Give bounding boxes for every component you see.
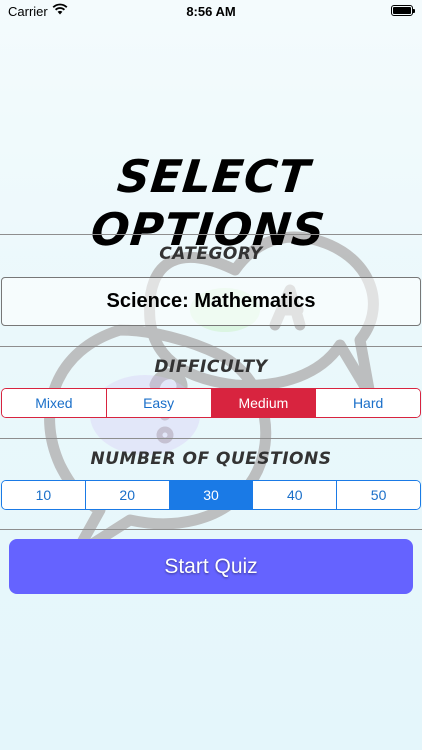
category-value: Science: Mathematics <box>106 290 316 312</box>
questions-option-30[interactable]: 30 <box>168 481 253 509</box>
difficulty-option-easy[interactable]: Easy <box>105 389 211 417</box>
start-quiz-label: Start Quiz <box>164 554 258 578</box>
divider <box>0 346 422 347</box>
clock: 8:56 AM <box>186 4 236 19</box>
questions-option-50[interactable]: 50 <box>336 481 420 509</box>
status-bar: Carrier 8:56 AM <box>0 0 422 24</box>
divider <box>0 234 422 235</box>
questions-option-10[interactable]: 10 <box>2 481 85 509</box>
page-title: SELECT OPTIONS <box>88 150 328 256</box>
questions-label: NUMBER OF QUESTIONS <box>90 449 332 469</box>
divider <box>0 529 422 530</box>
difficulty-option-medium[interactable]: Medium <box>210 389 316 417</box>
start-quiz-button[interactable]: Start Quiz <box>9 539 413 594</box>
category-label: CATEGORY <box>159 244 263 264</box>
divider <box>0 438 422 439</box>
questions-segmented-control: 10 20 30 40 50 <box>1 480 421 510</box>
category-selector[interactable]: Science: Mathematics <box>1 277 421 326</box>
difficulty-segmented-control: Mixed Easy Medium Hard <box>1 388 421 418</box>
battery-icon <box>391 5 415 16</box>
questions-option-40[interactable]: 40 <box>252 481 337 509</box>
questions-option-20[interactable]: 20 <box>84 481 169 509</box>
difficulty-option-hard[interactable]: Hard <box>315 389 420 417</box>
difficulty-option-mixed[interactable]: Mixed <box>2 389 106 417</box>
difficulty-label: DIFFICULTY <box>154 357 268 377</box>
